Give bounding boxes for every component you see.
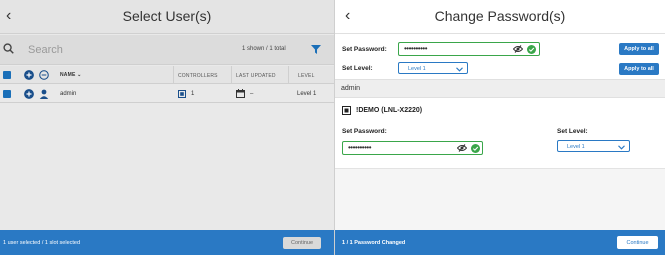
change-passwords-panel: ‹ Change Password(s) Set Password: •••••… [335, 0, 665, 255]
column-header-level[interactable]: LEVEL [298, 73, 315, 79]
user-name: admin [341, 85, 361, 92]
row-user-name: admin [60, 91, 77, 97]
controller-icon [178, 90, 186, 98]
column-header-name[interactable]: NAME ⌄ [60, 72, 82, 78]
column-header-controllers[interactable]: CONTROLLERS [178, 73, 218, 79]
apply-password-to-all-button[interactable]: Apply to all [619, 43, 659, 55]
user-password-value: •••••••••• [348, 143, 372, 152]
remove-circle-icon[interactable] [39, 70, 49, 80]
add-circle-icon[interactable] [24, 89, 34, 99]
select-users-panel: ‹ Select User(s) 1 shown / 1 total NAME … [0, 0, 334, 255]
user-password-field[interactable]: •••••••••• [342, 141, 483, 155]
page-title: Change Password(s) [434, 8, 566, 24]
left-footer: 1 user selected / 1 slot selected Contin… [0, 230, 334, 255]
global-set-password-label: Set Password: [342, 46, 387, 53]
search-input[interactable] [28, 41, 198, 59]
global-password-value: •••••••••• [404, 44, 428, 53]
controller-name: !DEMO (LNL-X2220) [356, 107, 423, 114]
eye-off-icon[interactable] [457, 144, 467, 152]
row-last-updated: – [250, 91, 254, 97]
eye-off-icon[interactable] [513, 45, 523, 53]
sort-chevron-down-icon: ⌄ [77, 72, 82, 78]
column-header-last-updated[interactable]: LAST UPDATED [236, 73, 276, 79]
search-icon [3, 43, 14, 54]
row-controllers-count: 1 [191, 91, 195, 97]
continue-button-disabled[interactable]: Continue [283, 237, 321, 249]
user-set-level-label: Set Level: [557, 128, 588, 135]
change-passwords-header: ‹ Change Password(s) [335, 0, 665, 34]
table-row[interactable]: admin 1 – Level 1 [0, 85, 334, 103]
column-divider [231, 66, 232, 84]
global-level-value: Level 1 [408, 65, 426, 72]
global-password-field[interactable]: •••••••••• [398, 42, 540, 56]
chevron-down-icon [456, 66, 463, 72]
user-section-header: admin [335, 79, 665, 98]
column-divider [288, 66, 289, 84]
select-all-checkbox[interactable] [3, 71, 11, 79]
column-header-name-label: NAME [60, 72, 76, 78]
select-users-header: ‹ Select User(s) [0, 0, 334, 34]
controller-icon [342, 106, 351, 115]
empty-area [335, 168, 665, 230]
continue-button[interactable]: Continue [617, 236, 658, 249]
user-level-value: Level 1 [567, 143, 585, 150]
right-footer: 1 / 1 Password Changed Continue [335, 230, 665, 255]
global-level-select[interactable]: Level 1 [398, 62, 468, 74]
column-divider [173, 66, 174, 84]
filter-icon[interactable] [311, 45, 321, 54]
apply-level-to-all-button[interactable]: Apply to all [619, 63, 659, 75]
user-set-password-label: Set Password: [342, 128, 387, 135]
check-circle-icon [471, 143, 480, 153]
row-checkbox[interactable] [3, 90, 11, 98]
calendar-icon [236, 89, 245, 98]
add-circle-icon[interactable] [24, 70, 34, 80]
selection-status: 1 user selected / 1 slot selected [3, 240, 81, 246]
password-changed-status: 1 / 1 Password Changed [342, 240, 406, 246]
global-set-level-label: Set Level: [342, 65, 373, 72]
check-circle-icon [527, 44, 536, 54]
user-level-select[interactable]: Level 1 [557, 140, 630, 152]
table-header: NAME ⌄ CONTROLLERS LAST UPDATED LEVEL [0, 66, 334, 84]
chevron-down-icon [618, 144, 625, 150]
row-level: Level 1 [297, 91, 317, 97]
shown-count-label: 1 shown / 1 total [242, 46, 286, 52]
user-icon [39, 89, 49, 99]
search-bar: 1 shown / 1 total [0, 35, 334, 65]
page-title: Select User(s) [122, 8, 212, 24]
